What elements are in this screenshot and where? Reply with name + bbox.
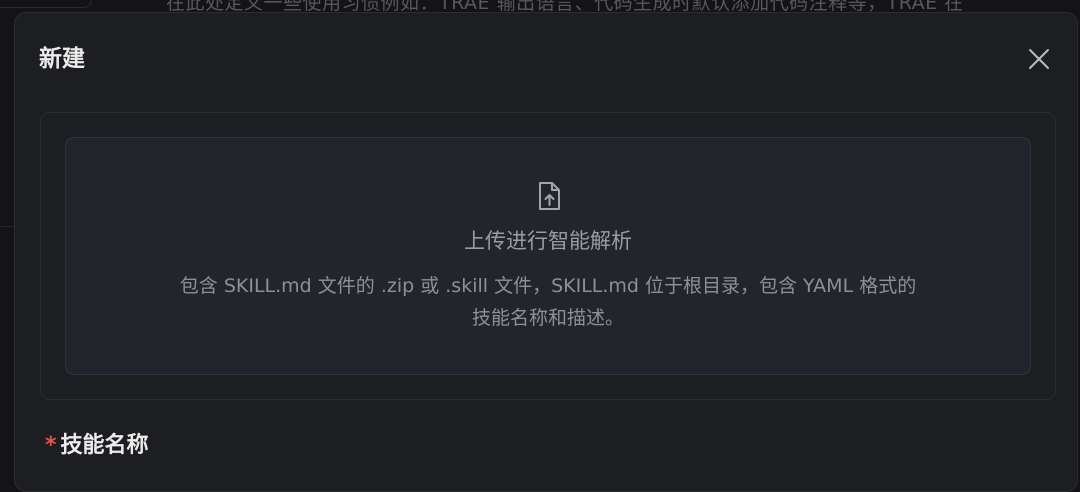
upload-section: 上传进行智能解析 包含 SKILL.md 文件的 .zip 或 .skill 文…	[40, 112, 1056, 400]
upload-title: 上传进行智能解析	[464, 229, 632, 253]
upload-description-line-2: 技能名称和描述。	[471, 307, 624, 329]
skill-name-label: * 技能名称	[45, 431, 149, 461]
skill-name-label-text: 技能名称	[60, 433, 149, 458]
background-panel-edge	[0, 0, 92, 8]
upload-description: 包含 SKILL.md 文件的 .zip 或 .skill 文件，SKILL.m…	[106, 270, 990, 334]
file-upload-icon	[539, 182, 560, 210]
upload-description-line-1: 包含 SKILL.md 文件的 .zip 或 .skill 文件，SKILL.m…	[179, 275, 917, 297]
background-divider	[0, 226, 14, 227]
new-skill-modal: 新建 上传进行智能解析 包含 SKILL.md 文件的 .zip 或 .skil…	[14, 12, 1078, 492]
modal-title: 新建	[39, 46, 85, 72]
upload-dropzone[interactable]: 上传进行智能解析 包含 SKILL.md 文件的 .zip 或 .skill 文…	[65, 137, 1031, 375]
close-icon	[1029, 49, 1049, 69]
required-mark: *	[45, 433, 57, 458]
close-button[interactable]	[1025, 45, 1053, 73]
